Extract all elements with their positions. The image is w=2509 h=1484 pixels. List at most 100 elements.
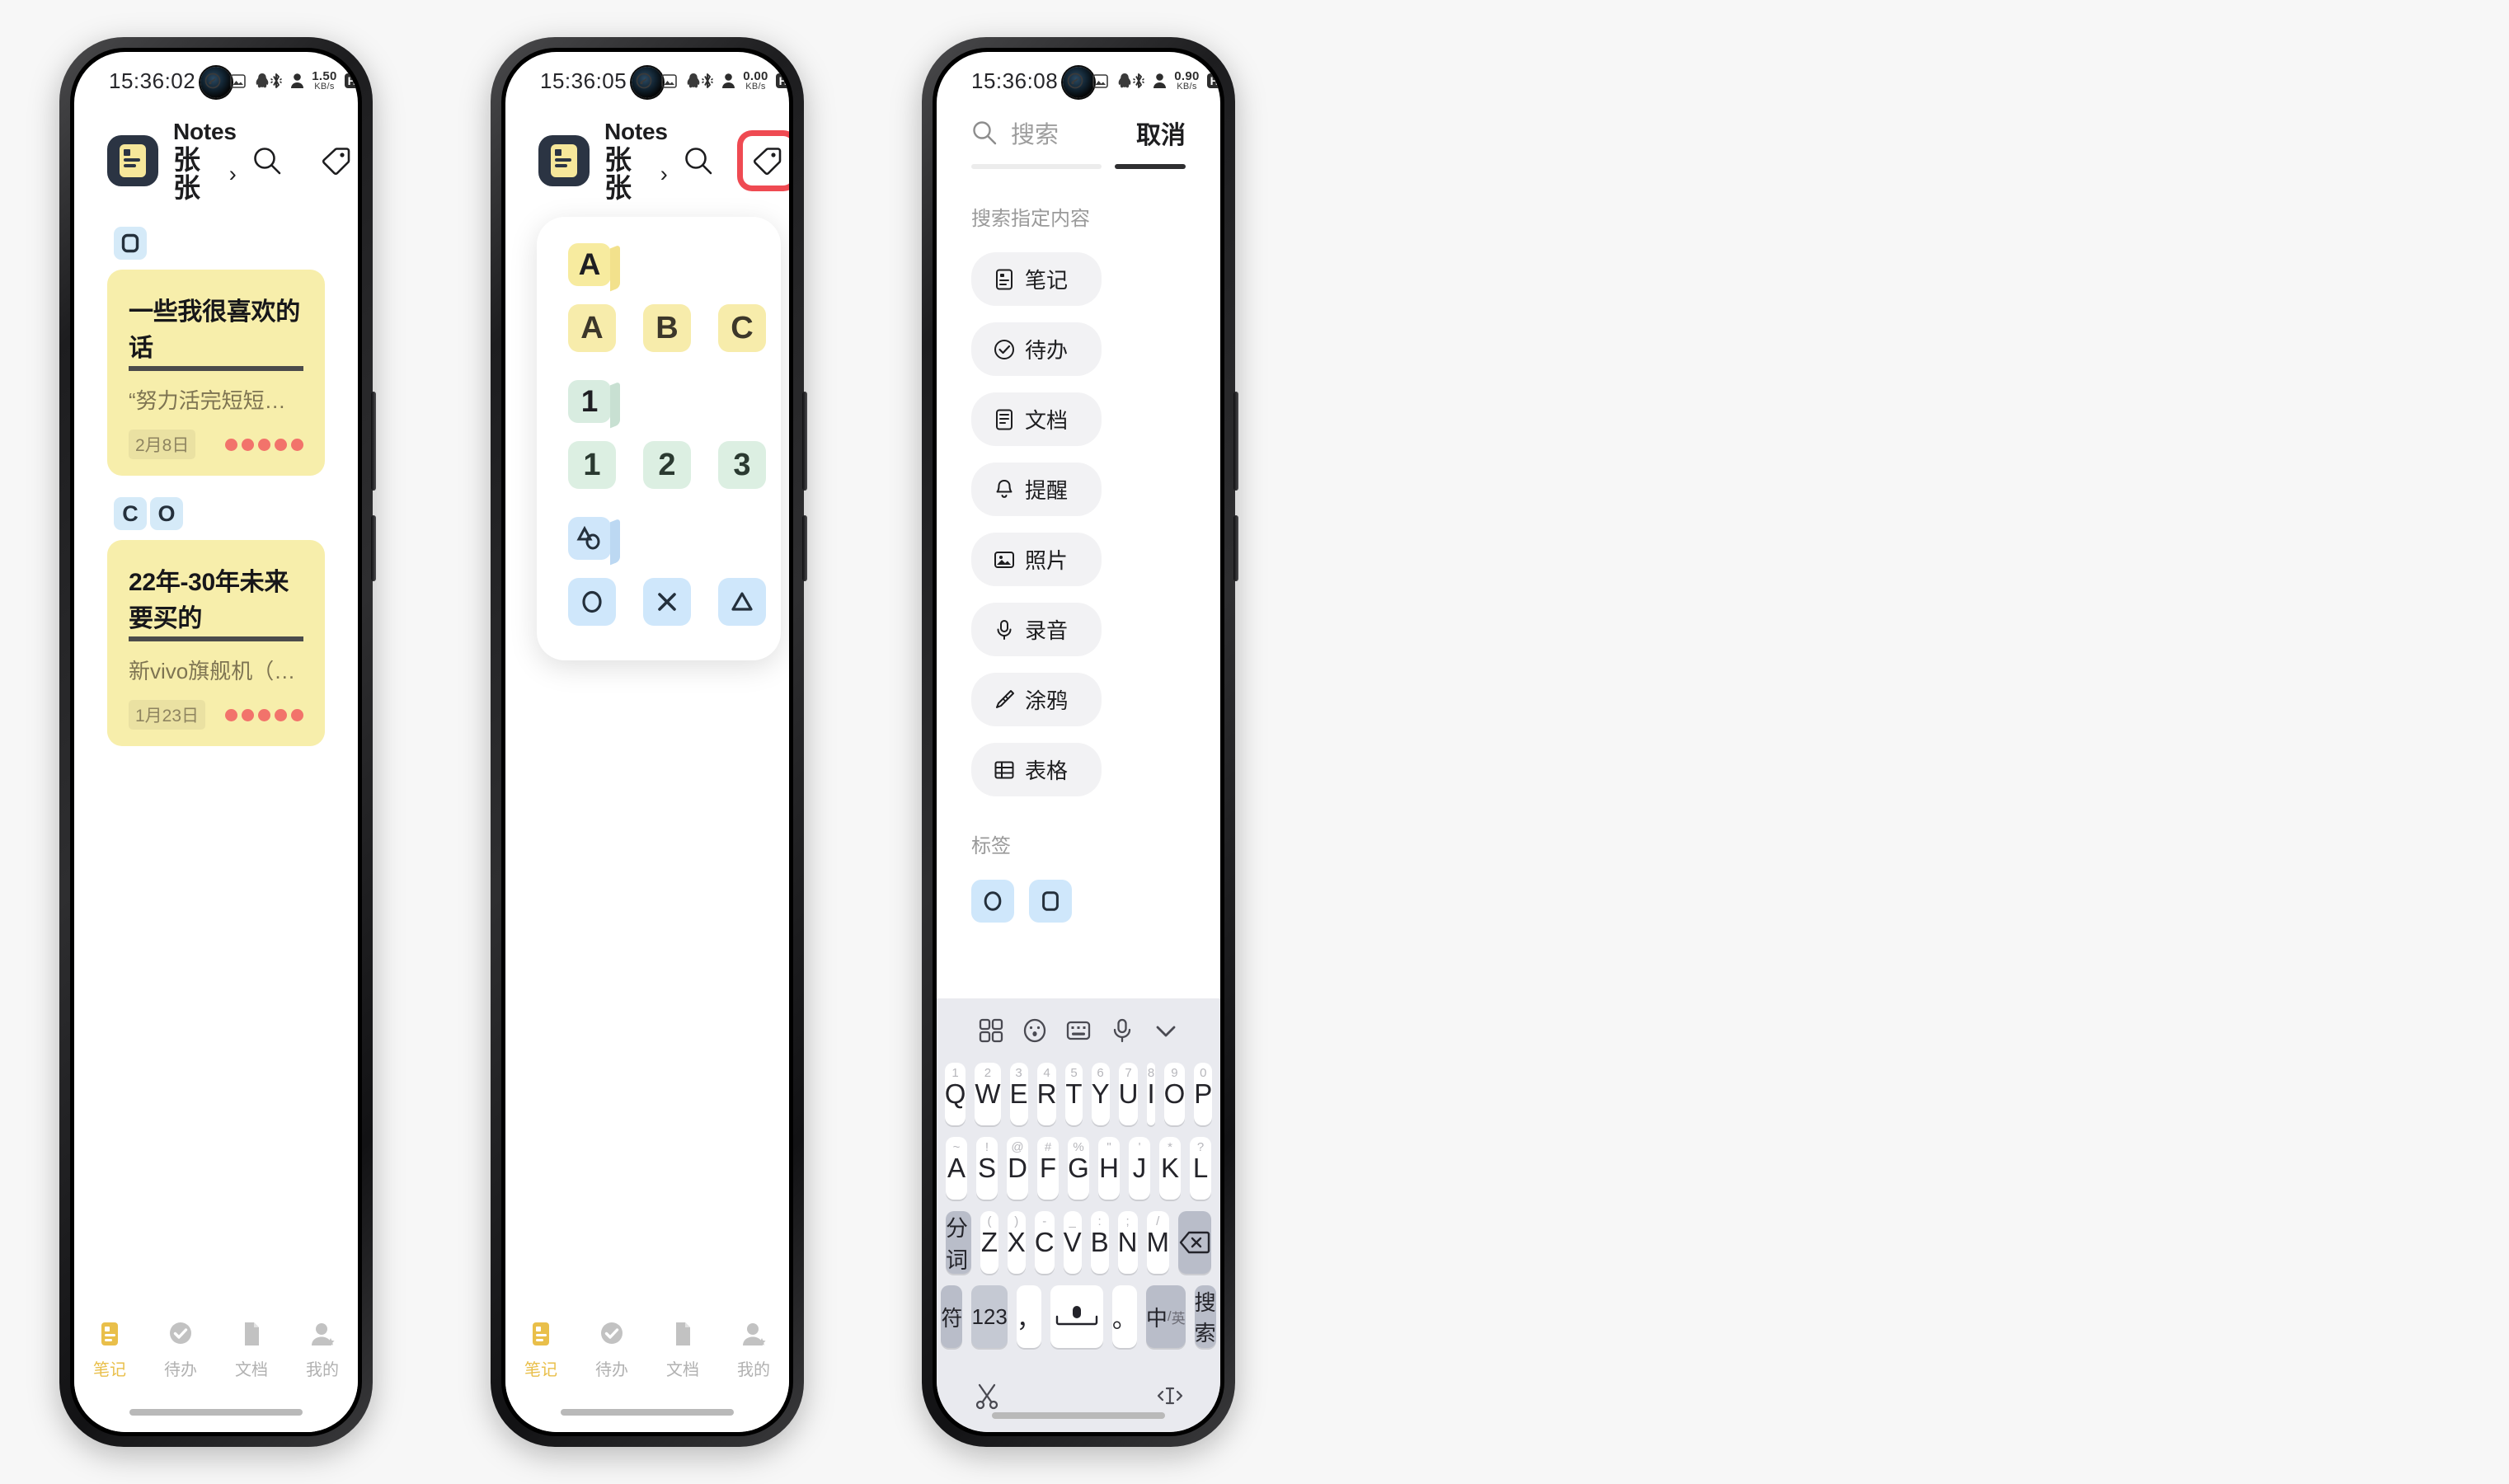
key-k[interactable]: * K — [1159, 1137, 1181, 1200]
key-s[interactable]: ! S — [976, 1137, 998, 1200]
key-y[interactable]: 6Y — [1091, 1063, 1110, 1125]
power-button[interactable] — [802, 392, 807, 491]
tag-option-c[interactable]: C — [718, 304, 766, 352]
grid-icon[interactable] — [977, 1017, 1005, 1045]
chip-todo[interactable]: 待办 — [971, 322, 1102, 376]
hd-badge: HD — [344, 73, 358, 88]
chip-reminder[interactable]: 提醒 — [971, 463, 1102, 516]
tab-notes[interactable]: 笔记 — [505, 1320, 576, 1380]
tab-documents[interactable]: 文档 — [647, 1320, 718, 1380]
cancel-button[interactable]: 取消 — [1136, 115, 1186, 164]
backspace-icon[interactable] — [1178, 1211, 1211, 1274]
volume-button[interactable] — [1233, 515, 1238, 581]
key-a[interactable]: ~ A — [946, 1137, 967, 1200]
tag-filter-square[interactable] — [1029, 880, 1072, 923]
tab-documents[interactable]: 文档 — [216, 1320, 287, 1380]
cursor-move-icon[interactable] — [1156, 1382, 1184, 1410]
key-x[interactable]: ) X — [1007, 1211, 1026, 1274]
tab-todo[interactable]: 待办 — [576, 1320, 647, 1380]
search-button[interactable] — [668, 130, 729, 191]
key-z[interactable]: (Z — [980, 1211, 998, 1274]
key-segment[interactable]: 分词 — [946, 1211, 972, 1274]
home-indicator[interactable] — [561, 1409, 734, 1416]
key-symbols[interactable]: 符 — [941, 1285, 963, 1348]
tag-option-cross[interactable] — [643, 578, 691, 626]
chip-notes[interactable]: 笔记 — [971, 252, 1102, 306]
tag-shape-square[interactable] — [114, 227, 147, 260]
tag-filter-circle[interactable] — [971, 880, 1014, 923]
tag-option-a[interactable]: A — [568, 304, 616, 352]
power-button[interactable] — [1233, 392, 1238, 491]
key-comma[interactable]: ， — [1016, 1285, 1041, 1348]
keyboard-icon[interactable] — [1064, 1017, 1092, 1045]
key-q[interactable]: 1Q — [944, 1063, 966, 1125]
note-card[interactable]: 一些我很喜欢的话 “努力活完短短的一生把成果留给后代继承… 2月8日 — [107, 270, 325, 476]
tag-letter-o[interactable]: O — [150, 497, 183, 530]
emoji-icon[interactable] — [1021, 1017, 1049, 1045]
bell-icon — [996, 479, 1013, 498]
gallery-icon — [1092, 73, 1109, 88]
chip-recording[interactable]: 录音 — [971, 603, 1102, 656]
search-button[interactable] — [237, 130, 298, 191]
search-input[interactable]: 搜索 — [971, 115, 1121, 163]
bluetooth-icon — [1132, 72, 1145, 90]
key-t[interactable]: 5T — [1065, 1063, 1083, 1125]
key-u[interactable]: 7U — [1118, 1063, 1139, 1125]
key-w[interactable]: 2W — [975, 1063, 1001, 1125]
note-card[interactable]: 22年-30年未来要买的 新vivo旗舰机（7000）汽车（15万）vivo… … — [107, 540, 325, 746]
chip-photo[interactable]: 照片 — [971, 533, 1102, 586]
key-r[interactable]: 4R — [1036, 1063, 1057, 1125]
key-i[interactable]: 8I — [1147, 1063, 1155, 1125]
chip-label: 笔记 — [1025, 268, 1069, 293]
tag-option-b[interactable]: B — [643, 304, 691, 352]
key-m[interactable]: / M — [1146, 1211, 1169, 1274]
key-g[interactable]: % G — [1068, 1137, 1089, 1200]
phone-1-screen: 15:36:02 1.50 KB/s H Notes 张张 › 一些我很喜欢的话… — [74, 52, 358, 1432]
key-b[interactable]: :B — [1090, 1211, 1109, 1274]
home-indicator[interactable] — [129, 1409, 303, 1416]
account-switcher[interactable]: 张张 › — [173, 145, 237, 203]
key-period[interactable]: 。 — [1111, 1285, 1137, 1348]
chip-documents[interactable]: 文档 — [971, 392, 1102, 446]
chip-table[interactable]: 表格 — [971, 743, 1102, 796]
chip-doodle[interactable]: 涂鸦 — [971, 673, 1102, 726]
key-space[interactable] — [1050, 1285, 1103, 1348]
phone-2-bezel: 15:36:05 0.00 KB/s H Notes 张张 › A A B C … — [501, 48, 793, 1436]
key-h[interactable]: " H — [1098, 1137, 1120, 1200]
tag-option-circle[interactable] — [568, 578, 616, 626]
scissors-icon[interactable] — [973, 1382, 1001, 1410]
key-c[interactable]: -C — [1034, 1211, 1055, 1274]
tag-button[interactable] — [737, 130, 789, 191]
key-search-enter[interactable]: 搜索 — [1194, 1285, 1216, 1348]
home-indicator[interactable] — [992, 1412, 1165, 1419]
tab-profile[interactable]: 我的 — [287, 1320, 358, 1380]
key-n[interactable]: ; N — [1117, 1211, 1138, 1274]
key-l[interactable]: ? L — [1190, 1137, 1211, 1200]
key-numbers[interactable]: 123 — [971, 1285, 1008, 1348]
tag-option-3[interactable]: 3 — [718, 441, 766, 489]
tag-option-1[interactable]: 1 — [568, 441, 616, 489]
tag-letter-c[interactable]: C — [114, 497, 147, 530]
tag-button[interactable] — [306, 130, 358, 191]
tag-option-triangle[interactable] — [718, 578, 766, 626]
key-p[interactable]: 0P — [1194, 1063, 1213, 1125]
tag-option-2[interactable]: 2 — [643, 441, 691, 489]
chevron-down-icon[interactable] — [1152, 1017, 1180, 1045]
mic-icon[interactable] — [1108, 1017, 1136, 1045]
volume-button[interactable] — [371, 515, 376, 581]
tag-group-header — [568, 517, 611, 560]
account-switcher[interactable]: 张张 › — [604, 145, 668, 203]
tab-todo[interactable]: 待办 — [145, 1320, 216, 1380]
key-o[interactable]: 9O — [1163, 1063, 1186, 1125]
tab-profile[interactable]: 我的 — [718, 1320, 789, 1380]
key-j[interactable]: ' J — [1129, 1137, 1150, 1200]
key-e[interactable]: 3E — [1009, 1063, 1028, 1125]
key-v[interactable]: _ V — [1063, 1211, 1082, 1274]
key-f[interactable]: # F — [1037, 1137, 1059, 1200]
key-d[interactable]: @ D — [1007, 1137, 1028, 1200]
volume-button[interactable] — [802, 515, 807, 581]
power-button[interactable] — [371, 392, 376, 491]
tab-notes[interactable]: 笔记 — [74, 1320, 145, 1380]
header-actions — [237, 130, 358, 191]
key-language-toggle[interactable]: 中 / 英 — [1145, 1285, 1186, 1348]
